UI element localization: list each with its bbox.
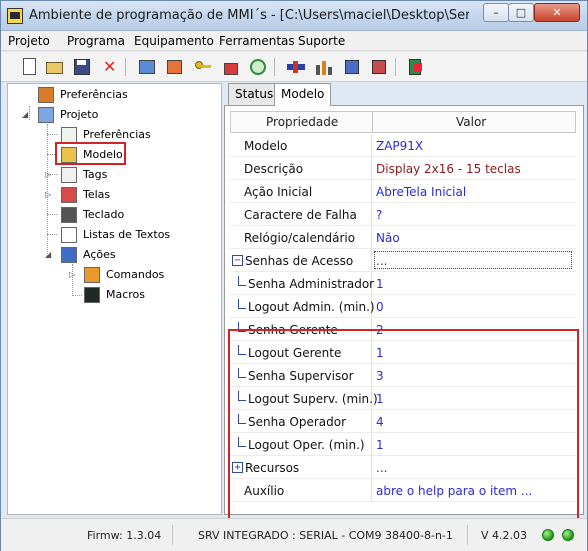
project-tree: Preferências ◢ Projeto Preferências Mode… xyxy=(7,83,222,515)
open-folder-icon[interactable] xyxy=(45,57,65,77)
menu-suporte[interactable]: Suporte xyxy=(298,34,345,48)
tree-label: Teclado xyxy=(83,208,125,221)
menu-equipamento[interactable]: Equipamento xyxy=(134,34,214,48)
tree-label: Modelo xyxy=(83,148,123,161)
app-icon xyxy=(7,8,23,24)
property-name: Caractere de Falha xyxy=(244,208,357,222)
property-value[interactable]: ... xyxy=(376,254,387,268)
transfer-icon[interactable] xyxy=(137,57,157,77)
text-list-icon xyxy=(61,227,77,243)
connect-icon[interactable] xyxy=(286,57,306,77)
property-row[interactable]: Caractere de Falha? xyxy=(230,203,576,226)
tree-label: Macros xyxy=(106,288,146,301)
expand-commands-icon[interactable]: ▷ xyxy=(69,270,75,279)
preferences-icon xyxy=(38,87,54,103)
toolbar: ✕ xyxy=(1,52,587,82)
header-property[interactable]: Propriedade xyxy=(266,115,338,129)
key-icon[interactable] xyxy=(193,57,213,77)
property-name: Relógio/calendário xyxy=(244,231,356,245)
connection-status: SRV INTEGRADO : SERIAL - COM9 38400-8-n-… xyxy=(198,529,453,542)
model-device-icon xyxy=(61,147,77,163)
chip-icon[interactable] xyxy=(342,57,362,77)
menu-programa[interactable]: Programa xyxy=(67,34,125,48)
property-name: Modelo xyxy=(244,139,288,153)
tree-label: Telas xyxy=(83,188,111,201)
checklist-icon xyxy=(61,127,77,143)
property-name: Descrição xyxy=(244,162,304,176)
property-value[interactable]: 0 xyxy=(376,300,384,314)
tree-label: Ações xyxy=(83,248,116,261)
main-window: Ambiente de programação de MMI´s - [C:\U… xyxy=(0,0,588,551)
property-row[interactable]: Modelo ZAP91X xyxy=(230,134,576,157)
expand-screens-icon[interactable]: ▷ xyxy=(45,190,51,199)
property-grid: Propriedade Valor Modelo ZAP91X Descrição D… xyxy=(224,105,584,539)
properties-pane: Status Modelo Propriedade Valor Modelo ZA… xyxy=(224,83,584,539)
tree-label: Preferências xyxy=(60,88,128,101)
tree-label: Tags xyxy=(83,168,108,181)
header-value[interactable]: Valor xyxy=(456,115,486,129)
refresh-icon[interactable] xyxy=(248,57,268,77)
delete-icon[interactable]: ✕ xyxy=(99,57,119,77)
status-led-icon xyxy=(562,529,574,541)
title-bar[interactable]: Ambiente de programação de MMI´s - [C:\U… xyxy=(1,1,587,31)
property-value[interactable]: Display 2x16 - 15 teclas xyxy=(376,162,521,176)
screens-icon xyxy=(61,187,77,203)
grid-header: Propriedade Valor xyxy=(230,111,576,133)
property-row[interactable]: Logout Admin. (min.) 0 xyxy=(230,295,576,318)
property-value[interactable]: ZAP91X xyxy=(376,139,423,153)
macros-icon xyxy=(84,287,100,303)
property-row[interactable]: − Senhas de Acesso... xyxy=(230,249,576,272)
tree-label: Listas de Textos xyxy=(83,228,171,241)
child-connector-icon xyxy=(238,276,246,286)
minimize-button[interactable]: – xyxy=(483,3,509,22)
property-name: Ação Inicial xyxy=(244,185,313,199)
menu-ferramentas[interactable]: Ferramentas xyxy=(219,34,295,48)
child-connector-icon xyxy=(238,299,246,309)
focus-outline xyxy=(374,251,572,269)
signal-icon[interactable] xyxy=(314,57,334,77)
tree-label: Projeto xyxy=(60,108,99,121)
collapse-icon[interactable]: − xyxy=(232,255,243,266)
expand-tags-icon[interactable]: ▷ xyxy=(45,170,51,179)
property-name: Logout Admin. (min.) xyxy=(248,300,375,314)
close-button[interactable]: ✕ xyxy=(534,3,580,22)
tags-icon xyxy=(61,167,77,183)
property-row[interactable]: Descrição Display 2x16 - 15 teclas xyxy=(230,157,576,180)
actions-icon xyxy=(61,247,77,263)
highlight-access-passwords xyxy=(228,329,579,539)
property-name: Senhas de Acesso xyxy=(245,254,354,268)
property-value[interactable]: ? xyxy=(376,208,382,222)
project-icon xyxy=(38,107,54,123)
exit-icon[interactable] xyxy=(406,57,426,77)
maximize-button[interactable]: □ xyxy=(508,3,534,22)
app-version: V 4.2.03 xyxy=(481,529,528,542)
property-value[interactable]: 1 xyxy=(376,277,384,291)
compile-icon[interactable] xyxy=(221,57,241,77)
program-icon[interactable] xyxy=(369,57,389,77)
save-icon[interactable] xyxy=(72,57,92,77)
collapse-project-icon[interactable]: ◢ xyxy=(22,110,28,119)
firmware-version: Firmw: 1.3.04 xyxy=(87,529,162,542)
new-file-icon[interactable] xyxy=(20,57,40,77)
property-value[interactable]: AbreTela Inicial xyxy=(376,185,466,199)
commands-icon xyxy=(84,267,100,283)
keyboard-icon xyxy=(61,207,77,223)
menu-bar: Projeto Programa Equipamento Ferramentas… xyxy=(1,31,587,51)
window-title: Ambiente de programação de MMI´s - [C:\U… xyxy=(29,8,469,23)
property-name: Senha Administrador xyxy=(248,277,375,291)
send-icon[interactable] xyxy=(165,57,185,77)
tab-model[interactable]: Modelo xyxy=(274,83,332,106)
property-row[interactable]: Relógio/calendário Não xyxy=(230,226,576,249)
status-led-icon xyxy=(542,529,554,541)
property-row[interactable]: Senha Administrador 1 xyxy=(230,272,576,295)
property-value[interactable]: Não xyxy=(376,231,400,245)
tab-status[interactable]: Status xyxy=(228,83,281,105)
collapse-actions-icon[interactable]: ◢ xyxy=(45,250,51,259)
menu-projeto[interactable]: Projeto xyxy=(8,34,50,48)
status-bar: Firmw: 1.3.04 SRV INTEGRADO : SERIAL - C… xyxy=(1,518,587,551)
tree-label: Comandos xyxy=(106,268,165,281)
property-row[interactable]: Ação Inicial AbreTela Inicial xyxy=(230,180,576,203)
